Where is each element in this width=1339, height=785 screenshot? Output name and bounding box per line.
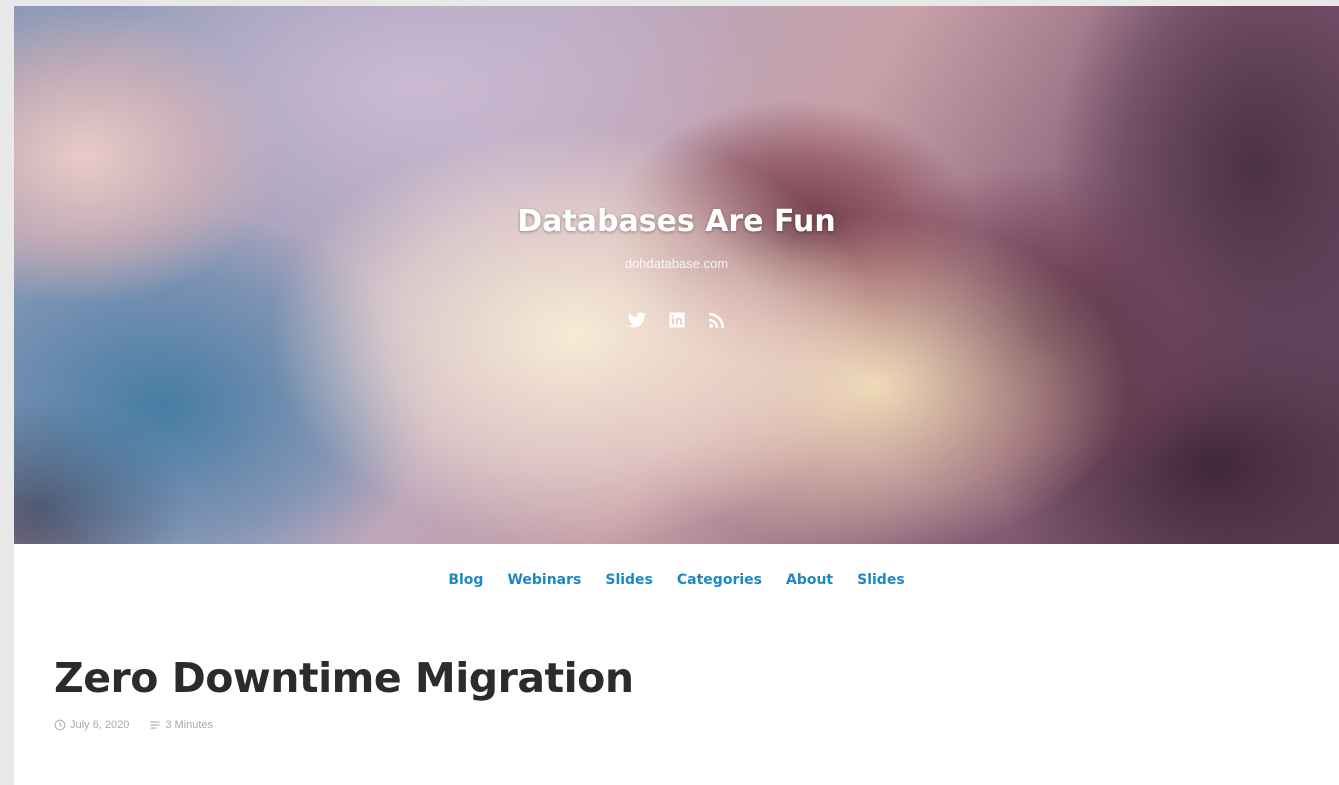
post-reading-time: 3 Minutes (149, 719, 213, 731)
post-meta: July 6, 2020 3 Minutes (54, 719, 213, 731)
site-subtitle: dohdatabase.com (624, 256, 729, 271)
nav-item-slides[interactable]: Slides (605, 572, 653, 588)
nav-item-about[interactable]: About (786, 572, 833, 588)
reading-time-text: 3 Minutes (165, 719, 214, 731)
hero-header: Databases Are Fun dohdatabase.com (14, 6, 1339, 544)
nav-item-categories[interactable]: Categories (677, 572, 762, 588)
post-title[interactable]: Zero Downtime Migration (54, 654, 634, 702)
nav-item-webinars[interactable]: Webinars (507, 572, 581, 588)
twitter-icon[interactable] (626, 309, 648, 331)
post-date: July 6, 2020 (54, 719, 129, 731)
main-nav: Blog Webinars Slides Categories About Sl… (14, 572, 1339, 588)
page: Databases Are Fun dohdatabase.com Blog W… (14, 6, 1339, 785)
social-links (14, 309, 1339, 331)
post-date-text[interactable]: July 6, 2020 (70, 719, 129, 731)
reading-time-icon (150, 721, 160, 729)
clock-icon (54, 719, 66, 731)
linkedin-icon[interactable] (666, 309, 688, 331)
nav-item-blog[interactable]: Blog (448, 572, 483, 588)
rss-icon[interactable] (706, 309, 728, 331)
nav-item-slides-2[interactable]: Slides (857, 572, 905, 588)
site-title[interactable]: Databases Are Fun (14, 204, 1339, 239)
